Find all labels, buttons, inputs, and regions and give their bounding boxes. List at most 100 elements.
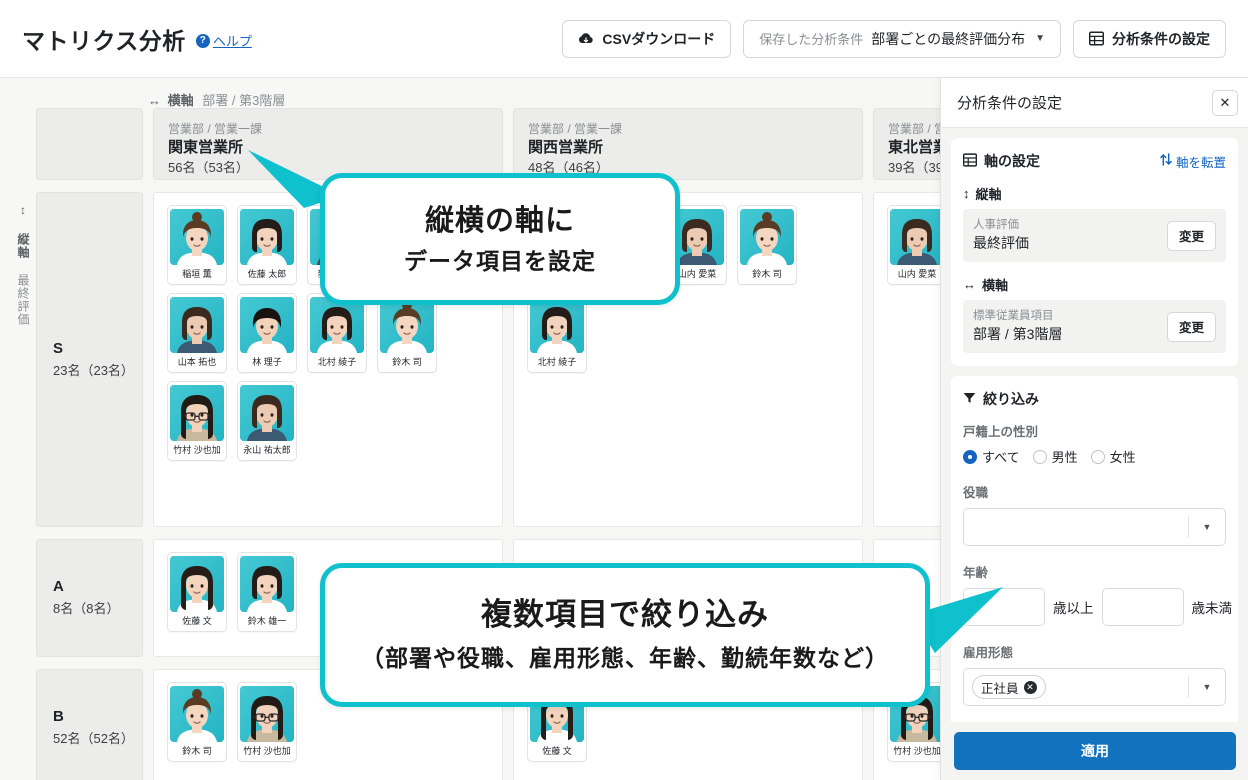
vertical-arrow-icon: ↕ <box>16 203 30 218</box>
chevron-down-icon[interactable]: ▼ <box>1189 682 1225 692</box>
employee-card[interactable]: 佐藤 文 <box>167 552 227 632</box>
help-link[interactable]: ? ヘルプ <box>195 31 252 50</box>
avatar <box>310 297 364 353</box>
panel-title: 分析条件の設定 <box>957 95 1063 112</box>
callout-filter: 複数項目で絞り込み （部署や役職、雇用形態、年齢、勤続年数など） <box>320 563 930 707</box>
employee-card[interactable]: 竹村 沙也加 <box>167 381 227 461</box>
employment-select[interactable]: 正社員 ✕ ▼ <box>963 668 1226 706</box>
employee-card[interactable]: 山本 拓也 <box>167 293 227 373</box>
employee-name: 竹村 沙也加 <box>173 445 221 455</box>
employee-card[interactable]: 北村 綾子 <box>307 293 367 373</box>
row-count: 23名（23名） <box>53 362 134 378</box>
header-actions: CSVダウンロード 保存した分析条件 部署ごとの最終評価分布 ▼ 分析条件の設定 <box>562 19 1226 58</box>
employee-card[interactable]: 竹村 沙也加 <box>237 682 297 762</box>
analysis-settings-label: 分析条件の設定 <box>1112 30 1210 47</box>
employee-card[interactable]: 鈴木 司 <box>737 205 797 285</box>
apply-button[interactable]: 適用 <box>954 732 1236 770</box>
app-header: マトリクス分析 ? ヘルプ CSVダウンロード 保存した分析条件 部署ごとの最終… <box>0 0 1248 78</box>
filter-card-title: 絞り込み <box>963 389 1226 409</box>
radio-icon-checked <box>963 449 977 464</box>
employee-name: 永山 祐太郎 <box>243 445 291 455</box>
chevron-down-icon[interactable]: ▼ <box>1189 522 1225 532</box>
employee-name: 鈴木 司 <box>392 357 422 367</box>
gender-radio-all[interactable]: すべて <box>963 447 1020 466</box>
y-axis-name: 縦軸 <box>16 233 30 259</box>
callout-axis: 縦横の軸に データ項目を設定 <box>320 173 680 305</box>
horizontal-axis-sublabel: ↔ 横軸 <box>963 275 1226 294</box>
column-path: 営業部 / 営業一課 <box>528 122 623 136</box>
chevron-down-icon: ▼ <box>1035 33 1045 44</box>
employee-name: 林 理子 <box>252 357 282 367</box>
age-to-input[interactable] <box>1101 588 1184 626</box>
employee-card[interactable]: 稲垣 薫 <box>167 205 227 285</box>
avatar <box>170 297 224 353</box>
saved-condition-dropdown[interactable]: 保存した分析条件 部署ごとの最終評価分布 ▼ <box>743 19 1061 58</box>
grid-table-icon <box>1089 31 1104 46</box>
filter-card-title-label: 絞り込み <box>983 391 1039 407</box>
avatar <box>240 209 294 265</box>
employee-card[interactable]: 北村 綾子 <box>527 293 587 373</box>
avatar <box>170 209 224 265</box>
employment-chip[interactable]: 正社員 ✕ <box>972 675 1046 699</box>
row-header-2[interactable]: B 52名（52名） <box>36 669 143 780</box>
vertical-axis-change-button[interactable]: 変更 <box>1166 220 1216 251</box>
transpose-axes-link[interactable]: 軸を転置 <box>1160 152 1226 171</box>
row-header-1[interactable]: A 8名（8名） <box>36 539 143 657</box>
avatar <box>530 297 584 353</box>
employee-card[interactable]: 林 理子 <box>237 293 297 373</box>
vertical-axis-sublabel-text: 縦軸 <box>975 187 1002 202</box>
employee-name: 山本 拓也 <box>177 357 217 367</box>
employee-name: 竹村 沙也加 <box>243 746 291 756</box>
csv-download-label: CSVダウンロード <box>602 30 716 47</box>
radio-icon <box>1032 449 1047 464</box>
analysis-settings-button[interactable]: 分析条件の設定 <box>1073 19 1226 58</box>
gender-radio-male[interactable]: 男性 <box>1032 447 1078 466</box>
age-filter-label: 年齢 <box>963 566 989 580</box>
vertical-axis-category: 人事評価 <box>973 219 1019 231</box>
gender-radio-female-label: 女性 <box>1109 450 1136 465</box>
y-axis-value: 最終評価 <box>16 274 30 326</box>
funnel-icon <box>963 391 976 407</box>
avatar <box>170 556 224 612</box>
row-header-0[interactable]: S 23名（23名） <box>36 192 143 527</box>
callout-axis-line-1: 縦横の軸に <box>424 204 575 237</box>
row-key: A <box>53 578 64 595</box>
csv-download-button[interactable]: CSVダウンロード <box>562 19 732 58</box>
callout-filter-line-2: （部署や役職、雇用形態、年齢、勤続年数など） <box>361 645 889 671</box>
horizontal-axis-field: 標準従業員項目 部署 / 第3階層 変更 <box>963 300 1226 353</box>
avatar <box>240 297 294 353</box>
row-count: 8名（8名） <box>53 601 120 616</box>
horizontal-axis-change-button[interactable]: 変更 <box>1166 311 1216 342</box>
employee-card[interactable]: 永山 祐太郎 <box>237 381 297 461</box>
x-axis-caption: ↔ 横軸 部署 / 第3階層 <box>148 90 285 109</box>
saved-condition-label: 保存した分析条件 <box>759 32 864 47</box>
gender-radio-all-label: すべて <box>982 450 1020 465</box>
employee-card[interactable]: 鈴木 司 <box>377 293 437 373</box>
axis-card-header: 軸の設定 軸を転置 <box>962 151 1226 171</box>
chip-remove-icon[interactable]: ✕ <box>1023 680 1037 694</box>
gender-filter-label: 戸籍上の性別 <box>963 425 1039 439</box>
age-from-suffix: 歳以上 <box>1053 601 1094 616</box>
gender-radio-female[interactable]: 女性 <box>1090 447 1136 466</box>
horizontal-axis-category: 標準従業員項目 <box>973 310 1054 322</box>
avatar <box>170 385 224 441</box>
employee-card[interactable]: 鈴木 雄一 <box>237 552 297 632</box>
position-select[interactable]: ▼ <box>963 508 1226 546</box>
employee-name: 佐藤 文 <box>542 746 572 756</box>
employee-card[interactable]: 佐藤 太郎 <box>237 205 297 285</box>
y-axis-caption: ↕ 縦軸 最終評価 <box>10 203 34 326</box>
page-title: マトリクス分析 <box>22 27 186 54</box>
horizontal-arrow-icon: ↔ <box>148 93 161 108</box>
column-header-1[interactable]: 営業部 / 営業一課 関西営業所 48名（46名） <box>513 108 863 180</box>
column-name: 関西営業所 <box>528 139 604 156</box>
axis-card-title-label: 軸の設定 <box>984 153 1040 169</box>
cloud-download-icon <box>578 32 594 46</box>
employee-name: 鈴木 雄一 <box>247 616 287 626</box>
employee-name: 山内 愛菜 <box>897 269 937 279</box>
close-icon[interactable]: ✕ <box>1212 89 1238 116</box>
avatar <box>240 686 294 742</box>
employee-card[interactable]: 山内 愛菜 <box>887 205 947 285</box>
row-key: B <box>53 708 64 725</box>
employee-card[interactable]: 鈴木 司 <box>167 682 227 762</box>
panel-footer: 適用 <box>941 722 1248 780</box>
